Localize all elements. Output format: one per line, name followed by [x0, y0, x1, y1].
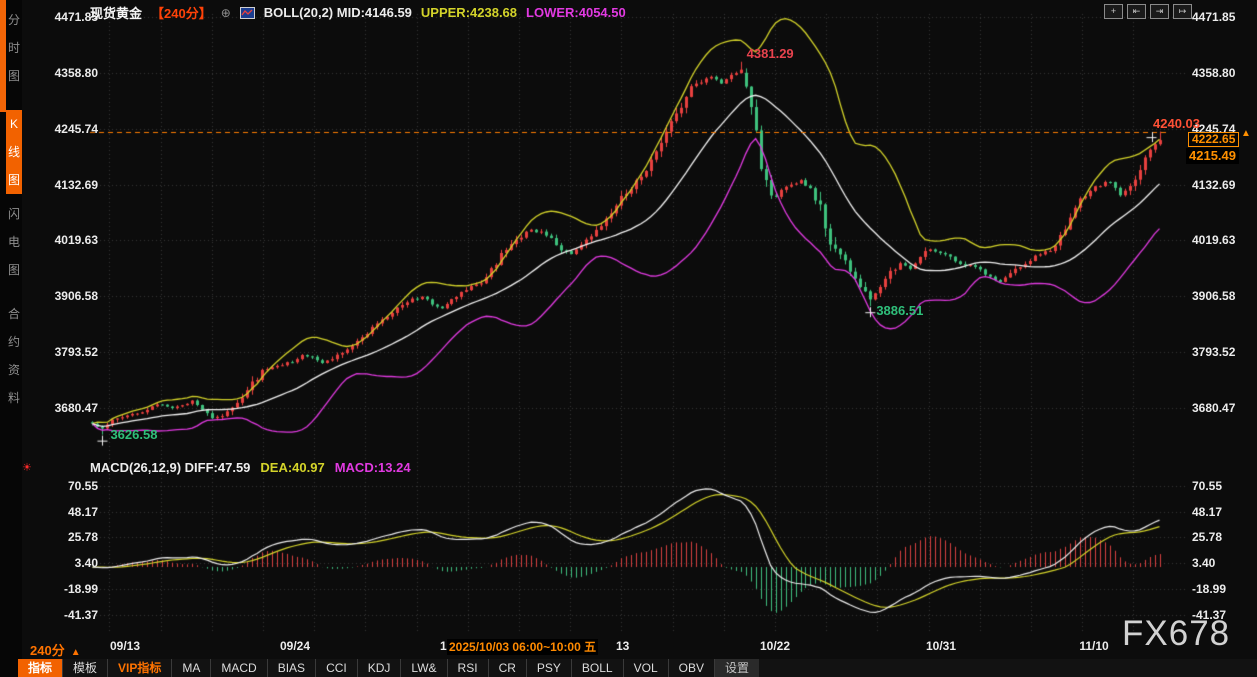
bar-tooltip: 2025/10/03 06:00~10:00 五: [447, 639, 599, 655]
macd-value-label: MACD:13.24: [334, 460, 411, 475]
boll-lower-label: LOWER:4054.50: [526, 5, 626, 20]
y-axis-label-right: 4358.80: [1192, 65, 1236, 80]
y-axis-label-right: 4471.85: [1192, 10, 1236, 24]
sidebar-tab-3[interactable]: 闪 电 图: [6, 200, 22, 284]
x-axis-label: 11/10: [1079, 639, 1109, 653]
last-price-tag: 4222.65: [1188, 132, 1240, 148]
macd-axis-label-right: 3.40: [1192, 556, 1216, 571]
macd-header: MACD(26,12,9) DIFF:47.59 DEA:40.97 MACD:…: [90, 460, 411, 475]
toolbar-item-PSY[interactable]: PSY: [525, 659, 571, 677]
annotation-period-low: 3886.51: [876, 303, 924, 319]
x-axis-label: 09/13: [109, 639, 141, 653]
toolbar-item-KDJ[interactable]: KDJ: [356, 659, 401, 677]
y-axis-label-left: 3906.58: [54, 289, 98, 304]
period-selector[interactable]: 240分 ▲: [30, 640, 81, 659]
symbol-name: 现货黄金: [90, 6, 143, 21]
sidebar-tab-4[interactable]: 合 约 资 料: [6, 300, 22, 412]
boll-indicator-label: BOLL(20,2) MID:4146.59: [263, 5, 412, 20]
mini-chart-icon[interactable]: [239, 6, 255, 19]
y-axis-label-right: 3793.52: [1192, 345, 1236, 360]
x-axis-label: 09/24: [279, 639, 311, 653]
y-axis-label-left: 3680.47: [54, 401, 98, 415]
y-axis-label-right: 4019.63: [1192, 233, 1236, 248]
toolbar-item-MA[interactable]: MA: [171, 659, 210, 677]
annotation-start-low: 3626.58: [110, 426, 158, 442]
pan-right-icon[interactable]: ↦: [1173, 4, 1192, 19]
y-axis-label-left: 4471.85: [54, 10, 98, 24]
dropdown-caret-icon: ▲: [70, 647, 81, 658]
macd-axis-label-right: 70.55: [1192, 478, 1223, 493]
macd-dea-label: DEA:40.97: [260, 460, 325, 475]
y-axis-label-left: 4245.74: [54, 121, 98, 136]
macd-axis-label-left: 70.55: [67, 478, 98, 493]
prev-price-tag: 4215.49: [1186, 148, 1239, 165]
x-axis-label: 10/31: [925, 639, 957, 653]
alert-icon[interactable]: ☀: [22, 461, 32, 474]
toolbar-item-VOL[interactable]: VOL: [622, 659, 668, 677]
boll-upper-label: UPPER:4238.68: [420, 5, 518, 20]
add-indicator-icon[interactable]: ⊕: [221, 6, 231, 20]
price-chart-canvas[interactable]: [0, 0, 1257, 677]
toolbar-item-RSI[interactable]: RSI: [446, 659, 488, 677]
macd-axis-label-right: 48.17: [1192, 504, 1223, 519]
toolbar-item-OBV[interactable]: OBV: [667, 659, 714, 677]
toolbar-item-CCI[interactable]: CCI: [315, 659, 357, 677]
toolbar-item-BIAS[interactable]: BIAS: [266, 659, 315, 677]
period-label: 【240分】: [151, 6, 212, 21]
toolbar-item-CR[interactable]: CR: [487, 659, 526, 677]
toolbar-item-VIP指标[interactable]: VIP指标: [107, 659, 171, 677]
toolbar-item-BOLL[interactable]: BOLL: [570, 659, 623, 677]
y-axis-label-left: 4019.63: [54, 233, 98, 248]
left-sidebar: 分 时 图 K 线 图闪 电 图合 约 资 料: [0, 0, 22, 677]
macd-axis-label-left: 3.40: [74, 556, 98, 571]
compress-x-axis-icon[interactable]: ⇤: [1127, 4, 1146, 19]
chart-header: 现货黄金 【240分】 ⊕ BOLL(20,2) MID:4146.59 UPP…: [90, 3, 626, 22]
toolbar-item-设置[interactable]: 设置: [713, 659, 759, 677]
toolbar-item-LW&[interactable]: LW&: [400, 659, 446, 677]
annotation-period-high: 4381.29: [746, 45, 794, 61]
x-axis-label: 10/22: [759, 639, 791, 653]
move-tool-icon[interactable]: +: [1104, 4, 1123, 19]
macd-axis-label-right: 25.78: [1192, 530, 1223, 545]
toolbar-item-指标[interactable]: 指标: [18, 659, 63, 677]
macd-axis-label-right: -41.37: [1192, 607, 1227, 622]
y-axis-label-left: 4132.69: [54, 177, 98, 192]
toolbar-item-MACD[interactable]: MACD: [210, 659, 266, 677]
macd-axis-label-left: -41.37: [63, 607, 98, 622]
macd-indicator-label: MACD(26,12,9) DIFF:47.59: [90, 460, 251, 475]
y-axis-label-left: 3793.52: [54, 345, 98, 360]
price-up-arrow-icon: ▲: [1241, 128, 1251, 140]
x-axis-label: 13: [616, 639, 630, 653]
y-axis-label-right: 3680.47: [1192, 401, 1236, 415]
chart-tool-buttons: + ⇤ ⇥ ↦: [1104, 4, 1192, 19]
sidebar-tab-1[interactable]: 分 时 图: [6, 6, 22, 90]
x-axis-label: 1: [440, 639, 447, 653]
macd-axis-label-left: 48.17: [67, 504, 98, 519]
expand-x-axis-icon[interactable]: ⇥: [1150, 4, 1169, 19]
trading-chart-window: 分 时 图 K 线 图闪 电 图合 约 资 料 现货黄金 【240分】 ⊕ BOL…: [0, 0, 1257, 677]
y-axis-label-right: 4132.69: [1192, 177, 1236, 192]
macd-axis-label-left: 25.78: [67, 530, 98, 545]
y-axis-label-left: 4358.80: [54, 65, 98, 80]
annotation-ref-price: 4240.03: [1153, 115, 1200, 131]
indicator-toolbar: 指标 模板 VIP指标 MA MACD BIAS CCI KDJ LW& RSI CR PSY BOLL…: [18, 659, 1257, 677]
sidebar-tab-2[interactable]: K 线 图: [6, 110, 22, 194]
macd-axis-label-left: -18.99: [63, 581, 98, 596]
y-axis-label-right: 3906.58: [1192, 289, 1236, 304]
macd-axis-label-right: -18.99: [1192, 581, 1227, 596]
toolbar-item-模板[interactable]: 模板: [62, 659, 107, 677]
